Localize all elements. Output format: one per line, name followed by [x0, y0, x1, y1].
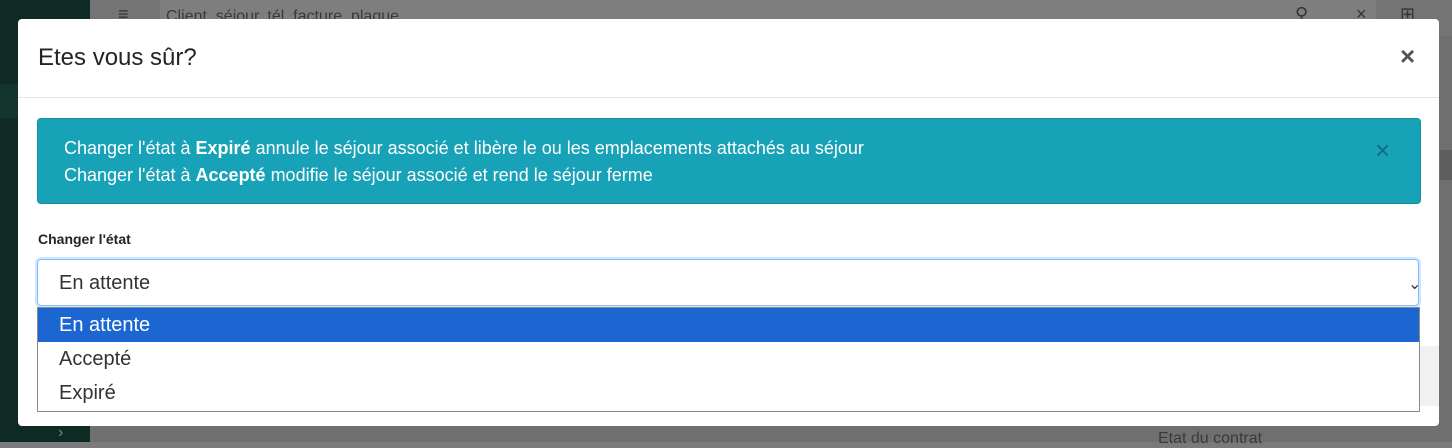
state-field-label: Changer l'état: [38, 231, 131, 247]
modal-footer-fragment: [1419, 346, 1439, 406]
alert-close-icon[interactable]: ×: [1375, 137, 1390, 163]
alert-state-accepted: Accepté: [195, 165, 266, 185]
chevron-right-icon: ›: [58, 424, 64, 441]
info-alert: Changer l'état à Expiré annule le séjour…: [37, 118, 1421, 204]
confirm-modal: Etes vous sûr? × Changer l'état à Expiré…: [18, 19, 1439, 426]
state-select[interactable]: En attente ⌄: [37, 259, 1422, 306]
alert-state-expired: Expiré: [195, 138, 251, 158]
chevron-down-icon: ⌄: [1408, 276, 1422, 293]
state-select-value: En attente: [59, 272, 151, 294]
option-expire[interactable]: Expiré: [38, 376, 1419, 410]
state-dropdown-list: En attente Accepté Expiré: [37, 307, 1420, 412]
option-en-attente[interactable]: En attente: [38, 308, 1419, 342]
modal-header: Etes vous sûr? ×: [18, 19, 1439, 98]
option-accepte[interactable]: Accepté: [38, 342, 1419, 376]
alert-line-accepted: Changer l'état à Accepté modifie le séjo…: [64, 165, 653, 185]
alert-line-expired: Changer l'état à Expiré annule le séjour…: [64, 138, 864, 158]
modal-title: Etes vous sûr?: [38, 44, 197, 71]
background-text: Etat du contrat: [1158, 430, 1263, 447]
background-panel: [1440, 150, 1452, 180]
close-icon[interactable]: ×: [1400, 43, 1415, 69]
